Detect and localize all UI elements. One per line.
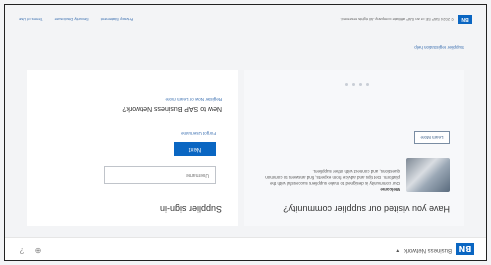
main-content: Have you visited our supplier community?… <box>27 70 464 226</box>
copyright-text: © 2024 SAP SE or an SAP affiliate compan… <box>340 17 454 22</box>
header-icons: ⊕ ? <box>17 245 43 255</box>
browser-frame: BN Business Network ▾ ⊕ ? Have you visit… <box>4 4 487 261</box>
carousel-dot[interactable] <box>359 83 362 86</box>
terms-link[interactable]: Terms of Use <box>19 17 43 22</box>
privacy-link[interactable]: Privacy Statement <box>101 17 133 22</box>
community-description: Welcome Our community is designed to mak… <box>260 168 400 192</box>
carousel-dot[interactable] <box>352 83 355 86</box>
brand-logo[interactable]: BN <box>456 243 474 255</box>
top-header: BN Business Network ▾ ⊕ ? <box>5 237 486 260</box>
help-icon[interactable]: ? <box>17 245 27 255</box>
carousel-dots <box>345 83 369 86</box>
username-input[interactable]: Username <box>104 166 216 184</box>
community-body: Our community is designed to make suppli… <box>265 169 400 186</box>
footer-links: Privacy Statement Security Disclosure Te… <box>19 17 133 22</box>
signin-title: Supplier sign-in <box>159 204 222 214</box>
footer: BN © 2024 SAP SE or an SAP affiliate com… <box>5 5 486 31</box>
learn-more-button[interactable]: Learn More <box>414 131 450 144</box>
signin-card: Supplier sign-in Username Next Forgot Us… <box>27 70 238 226</box>
register-link[interactable]: Register Now or Learn more <box>165 97 222 102</box>
next-button[interactable]: Next <box>174 142 216 156</box>
new-to-network-heading: New to SAP Business Network? <box>122 105 222 112</box>
registration-help-link[interactable]: Supplier registration help <box>414 45 464 50</box>
community-subtitle: Welcome <box>380 187 400 192</box>
brand-label: Business Network <box>403 247 452 253</box>
language-icon[interactable]: ⊕ <box>33 245 43 255</box>
security-link[interactable]: Security Disclosure <box>55 17 89 22</box>
footer-logo: BN <box>458 15 472 24</box>
community-card: Have you visited our supplier community?… <box>244 70 464 226</box>
community-title: Have you visited our supplier community? <box>283 204 450 214</box>
forgot-username-link[interactable]: Forgot Username <box>181 131 216 136</box>
carousel-dot[interactable] <box>345 83 348 86</box>
carousel-dot[interactable] <box>366 83 369 86</box>
brand-name[interactable]: Business Network ▾ <box>396 247 452 254</box>
chevron-down-icon: ▾ <box>396 247 400 253</box>
screen: BN Business Network ▾ ⊕ ? Have you visit… <box>0 0 491 265</box>
community-image <box>406 158 450 192</box>
